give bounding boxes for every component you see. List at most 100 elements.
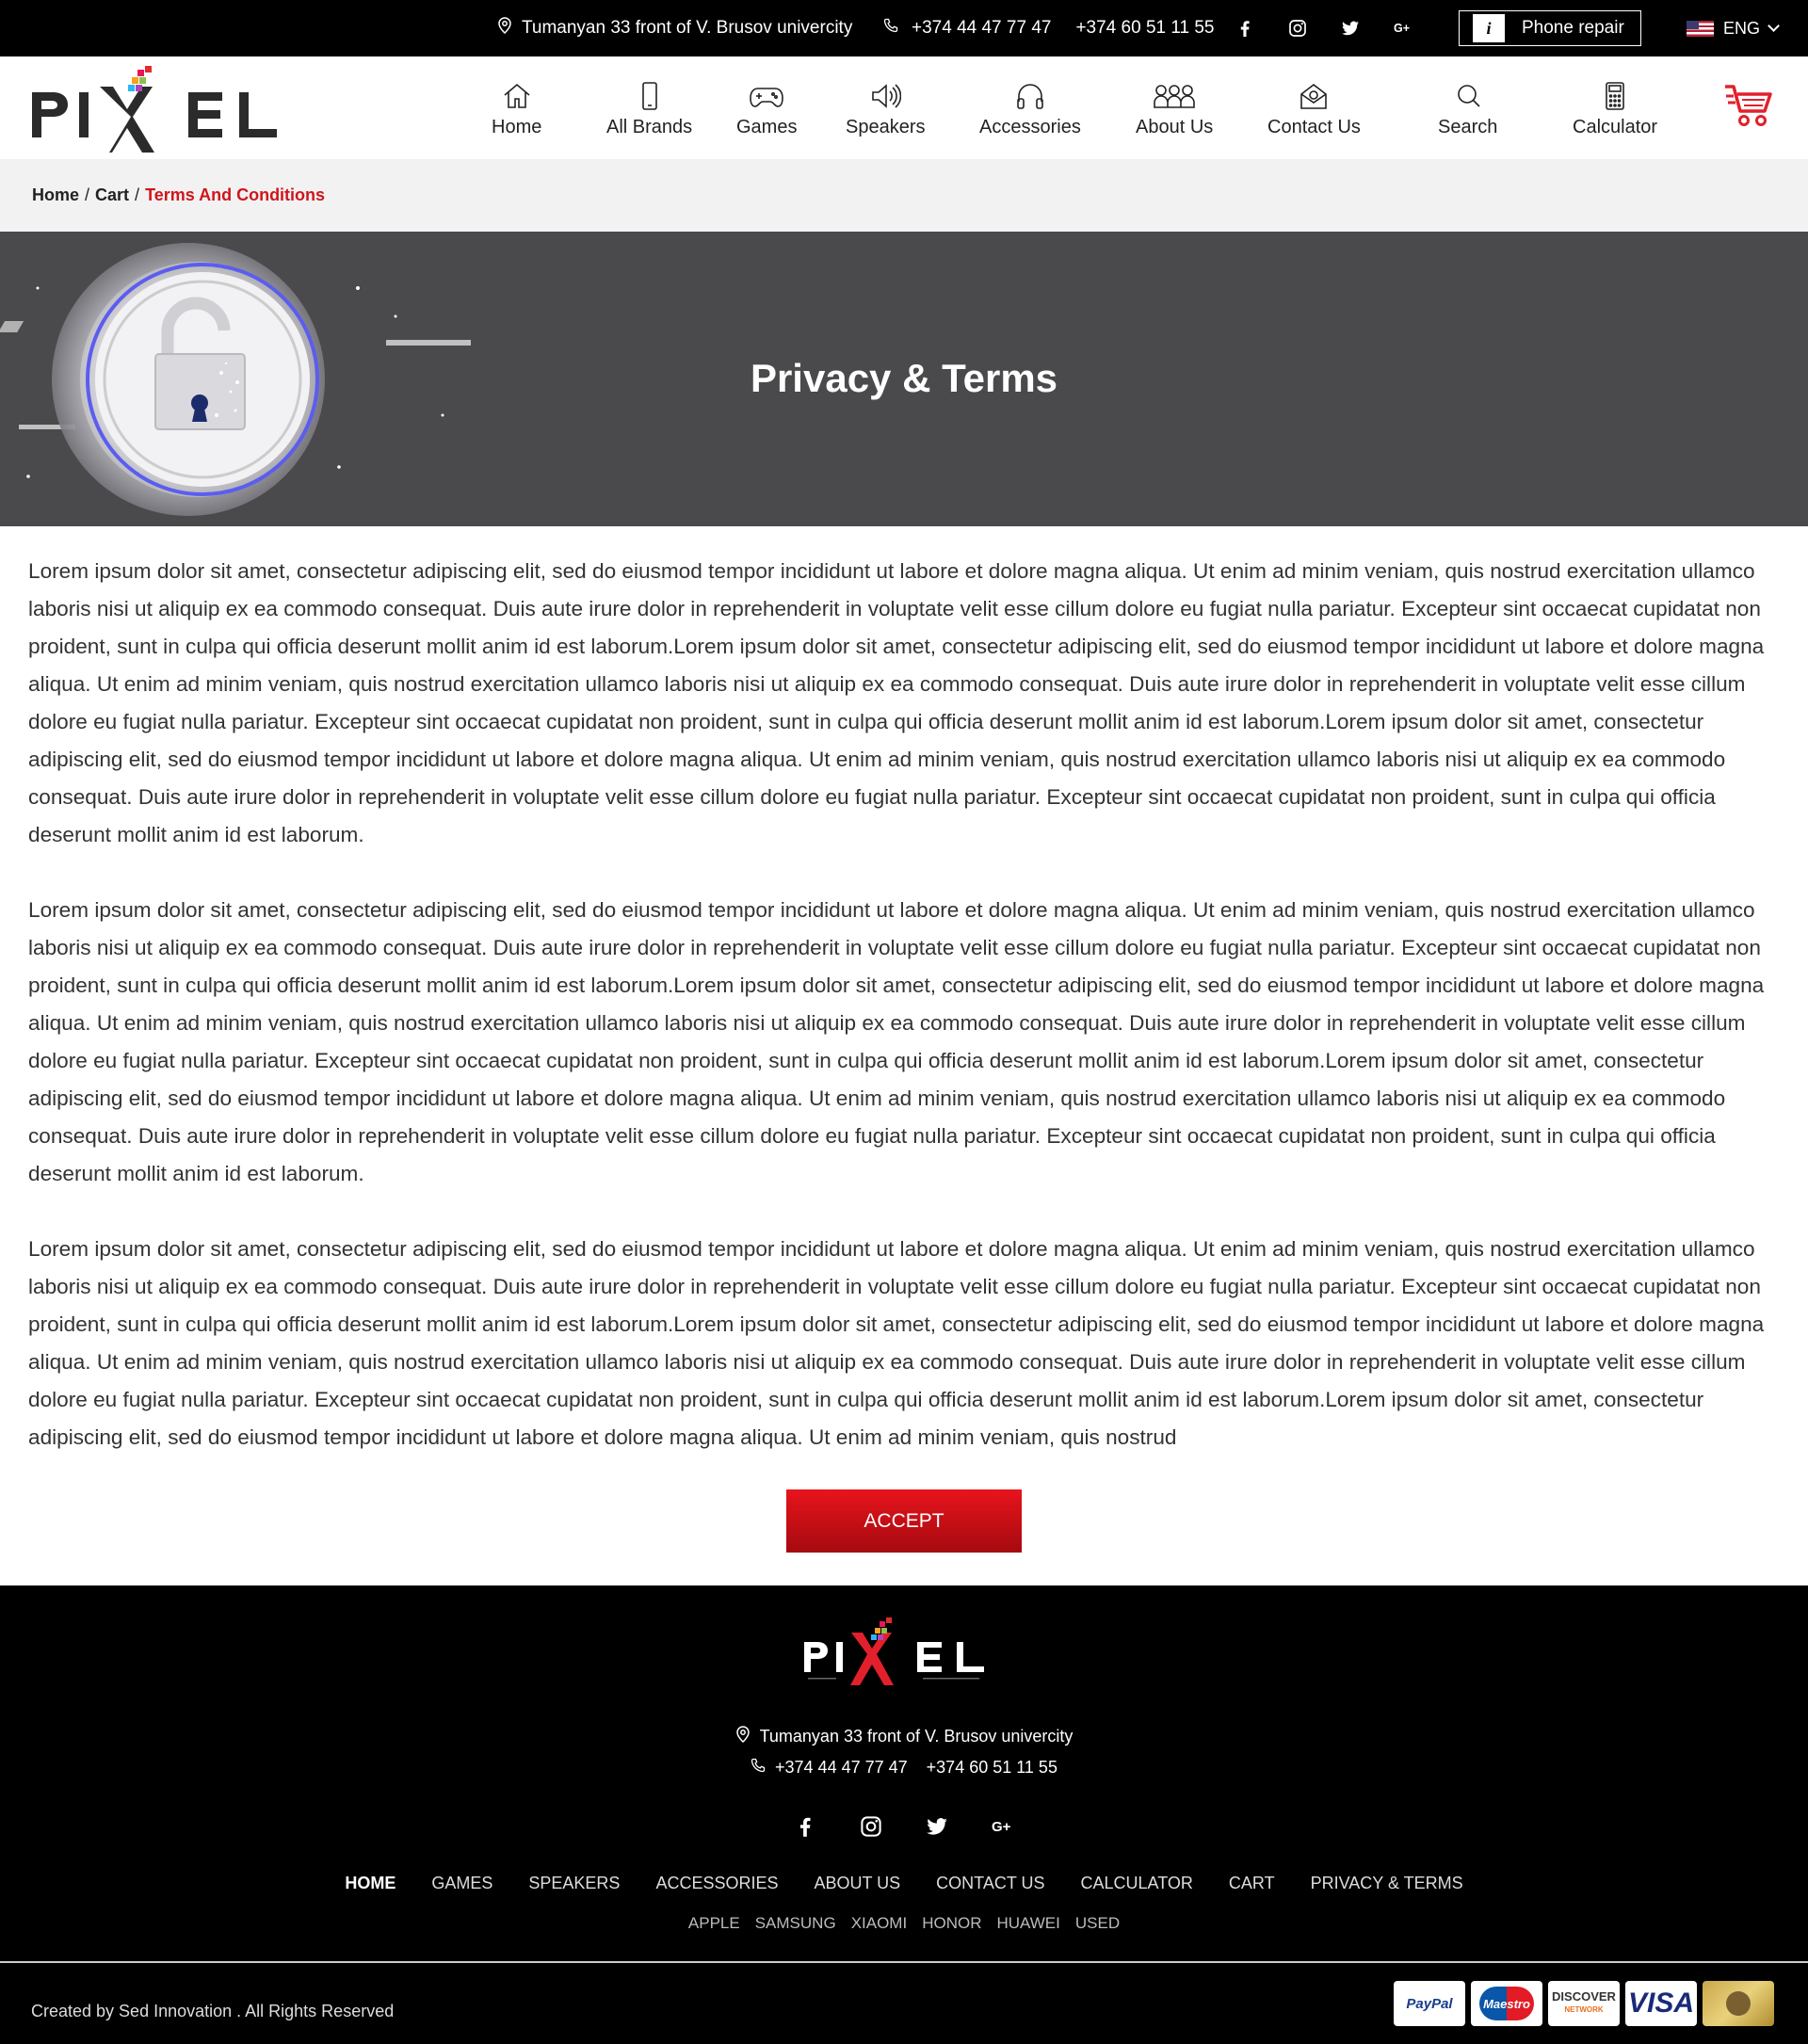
phone-link-2[interactable]: +374 60 51 11 55 [1075,18,1214,39]
footer-brand-xiaomi[interactable]: XIAOMI [851,1914,908,1933]
footer-link-about-us[interactable]: ABOUT US [814,1874,900,1893]
maestro-icon: Maestro [1471,1981,1542,2026]
footer: Tumanyan 33 front of V. Brusov univercit… [0,1585,1808,2044]
footer-social-links: G+ [0,1815,1808,1838]
nav-item-all-brands[interactable]: All Brands [606,81,692,138]
nav-item-calculator[interactable]: Calculator [1573,81,1657,138]
nav-label: Home [492,117,542,137]
mail-icon [1300,83,1328,109]
footer-brand-honor[interactable]: HONOR [922,1914,981,1933]
footer-brand-huawei[interactable]: HUAWEI [996,1914,1059,1933]
breadcrumb-cart[interactable]: Cart [95,185,129,205]
breadcrumb-separator: / [135,185,140,204]
nav-item-search[interactable]: Search [1438,81,1497,138]
footer-phones: +374 44 47 77 47 +374 60 51 11 55 [0,1758,1808,1778]
paypal-icon: PayPal [1394,1981,1465,2026]
footer-link-home[interactable]: HOME [345,1874,396,1893]
visa-icon: VISA [1625,1981,1697,2026]
cart-icon[interactable] [1723,81,1774,128]
footer-address: Tumanyan 33 front of V. Brusov univercit… [0,1726,1808,1747]
nav-item-speakers[interactable]: Speakers [846,81,926,138]
nav-item-home[interactable]: Home [492,81,541,138]
pixel-logo[interactable] [28,62,288,156]
nav-item-accessories[interactable]: Accessories [979,81,1081,138]
terms-paragraph: Lorem ipsum dolor sit amet, consectetur … [28,559,1765,846]
gamepad-icon [750,88,784,107]
nav-label: Speakers [846,117,926,137]
footer-pixel-logo[interactable] [800,1616,994,1695]
instagram-icon[interactable] [1288,19,1307,38]
nav-label: All Brands [606,117,693,137]
google-plus-icon[interactable]: G+ [992,1815,1014,1838]
amex-gold-card-icon [1703,1981,1774,2026]
nav-label: Games [736,117,798,137]
footer-link-games[interactable]: GAMES [431,1874,492,1893]
phone-icon [883,18,898,39]
page-title: Privacy & Terms [750,355,1058,400]
footer-divider [0,1961,1808,1963]
calculator-icon [1606,82,1624,110]
twitter-icon[interactable] [1341,19,1360,38]
breadcrumb: Home / Cart / Terms And Conditions [0,159,1808,232]
svg-text:G+: G+ [992,1819,1011,1835]
footer-brand-samsung[interactable]: SAMSUNG [755,1914,836,1933]
google-plus-icon[interactable]: G+ [1394,19,1412,38]
page-banner: Privacy & Terms [0,232,1808,526]
top-bar: Tumanyan 33 front of V. Brusov univercit… [0,0,1808,56]
footer-link-privacy-terms[interactable]: PRIVACY & TERMS [1311,1874,1463,1893]
discover-label: DISCOVER [1552,1989,1616,2004]
instagram-icon[interactable] [860,1815,882,1838]
top-address: Tumanyan 33 front of V. Brusov univercit… [497,0,852,56]
terms-paragraph: Lorem ipsum dolor sit amet, consectetur … [28,898,1765,1185]
info-icon: i [1473,14,1505,42]
us-flag-icon [1687,20,1714,37]
search-icon [1457,85,1480,107]
location-pin-icon [497,17,512,40]
footer-link-accessories[interactable]: ACCESSORIES [655,1874,778,1893]
people-icon [1154,85,1195,108]
svg-text:G+: G+ [1394,22,1410,35]
footer-phone-link-1[interactable]: +374 44 47 77 47 [775,1758,908,1778]
chevron-down-icon [1768,20,1780,32]
maestro-label: Maestro [1479,1987,1534,2020]
footer-link-cart[interactable]: CART [1229,1874,1275,1893]
nav-label: Contact Us [1267,117,1361,137]
footer-link-speakers[interactable]: SPEAKERS [528,1874,620,1893]
payment-methods: PayPal Maestro DISCOVER NETWORK VISA [1394,1981,1774,2026]
footer-address-text: Tumanyan 33 front of V. Brusov univercit… [759,1727,1074,1746]
language-label: ENG [1723,18,1761,38]
accept-button[interactable]: ACCEPT [786,1489,1022,1553]
terms-paragraph: Lorem ipsum dolor sit amet, consectetur … [28,1237,1765,1449]
discover-icon: DISCOVER NETWORK [1548,1981,1620,2026]
nav-label: Search [1438,117,1498,137]
nav-item-contact-us[interactable]: Contact Us [1267,81,1361,138]
footer-link-contact-us[interactable]: CONTACT US [936,1874,1044,1893]
phone-icon [751,1758,766,1778]
breadcrumb-home[interactable]: Home [32,185,79,205]
discover-sub-label: NETWORK [1564,2005,1604,2014]
facebook-icon[interactable] [1235,19,1254,38]
nav-item-games[interactable]: Games [736,81,797,138]
phone-link-1[interactable]: +374 44 47 77 47 [912,18,1051,39]
footer-phone-link-2[interactable]: +374 60 51 11 55 [927,1758,1057,1778]
breadcrumb-separator: / [85,185,90,204]
phone-repair-button[interactable]: i Phone repair [1459,10,1641,46]
footer-brand-used[interactable]: USED [1075,1914,1120,1933]
smartphone-icon [641,82,657,110]
top-phones: +374 44 47 77 47 +374 60 51 11 55 [883,0,1215,56]
terms-content: Lorem ipsum dolor sit amet, consectetur … [28,553,1789,1457]
nav-item-about-us[interactable]: About Us [1136,81,1213,138]
language-selector[interactable]: ENG [1687,0,1780,56]
twitter-icon[interactable] [926,1815,948,1838]
footer-brand-apple[interactable]: APPLE [688,1914,740,1933]
nav-label: Accessories [979,117,1081,137]
footer-menu: HOME GAMES SPEAKERS ACCESSORIES ABOUT US… [0,1874,1808,1893]
footer-link-calculator[interactable]: CALCULATOR [1081,1874,1193,1893]
footer-credit: Created by Sed Innovation . All Rights R… [31,2002,395,2020]
address-text: Tumanyan 33 front of V. Brusov univercit… [522,18,853,38]
nav-label: Calculator [1573,117,1658,137]
facebook-icon[interactable] [794,1815,816,1838]
main-header: Home All Brands Games Speakers Accessori… [0,56,1808,159]
home-icon [504,83,530,108]
breadcrumb-current: Terms And Conditions [145,185,326,204]
